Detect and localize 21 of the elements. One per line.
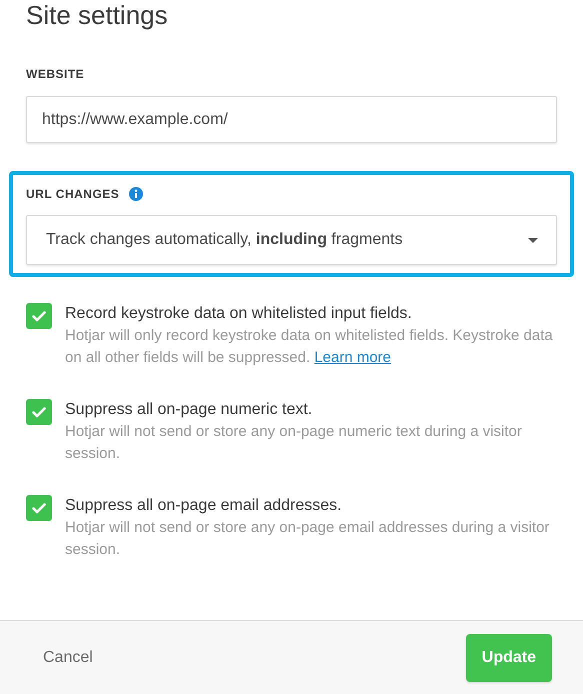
field-label: URL CHANGES <box>26 186 120 203</box>
option-description: Hotjar will only record keystroke data on whitelisted fields. Keystroke data on all other fields will be suppressed. Learn more <box>65 326 554 368</box>
checkbox[interactable] <box>26 495 52 521</box>
website-field[interactable]: https://www.example.com/ <box>26 96 557 143</box>
checkbox[interactable] <box>26 303 52 329</box>
learn-more-link[interactable]: Learn more <box>314 349 392 366</box>
cancel-button[interactable]: Cancel <box>43 646 93 670</box>
option-label: Suppress all on-page numeric text. <box>65 400 314 420</box>
checkmark-icon <box>32 502 46 514</box>
info-icon[interactable] <box>129 187 144 201</box>
field-label: WEBSITE <box>26 66 86 83</box>
caret-icon <box>528 238 538 242</box>
option-description: Hotjar will not send or store any on-page numeric text during a visitor session. <box>65 422 523 464</box>
option-label: Suppress all on-page email addresses. <box>65 496 343 516</box>
checkmark-icon <box>32 406 46 418</box>
page-title: Site settings <box>26 0 169 32</box>
option-label: Record keystroke data on whitelisted input fields. <box>65 304 413 324</box>
checkbox[interactable] <box>26 399 52 425</box>
checkmark-icon <box>32 310 46 322</box>
option-description: Hotjar will not send or store any on-page email addresses during a visitor session. <box>65 518 550 560</box>
url-changes-dropdown[interactable]: Track changes automatically, including fragments <box>26 215 557 265</box>
